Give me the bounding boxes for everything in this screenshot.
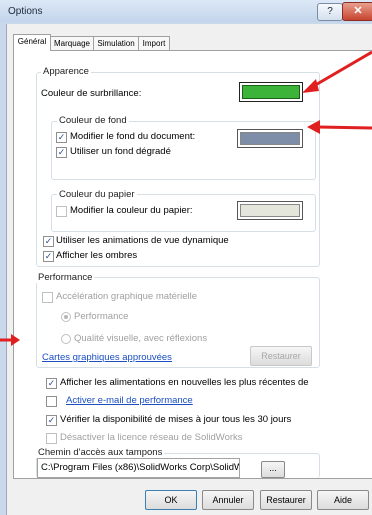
arrow-cartes	[0, 334, 20, 346]
tab-general[interactable]: Général	[13, 34, 51, 51]
arrow-surbrillance	[302, 50, 372, 93]
annotation-arrows	[0, 50, 372, 346]
arrow-fond	[307, 120, 372, 134]
